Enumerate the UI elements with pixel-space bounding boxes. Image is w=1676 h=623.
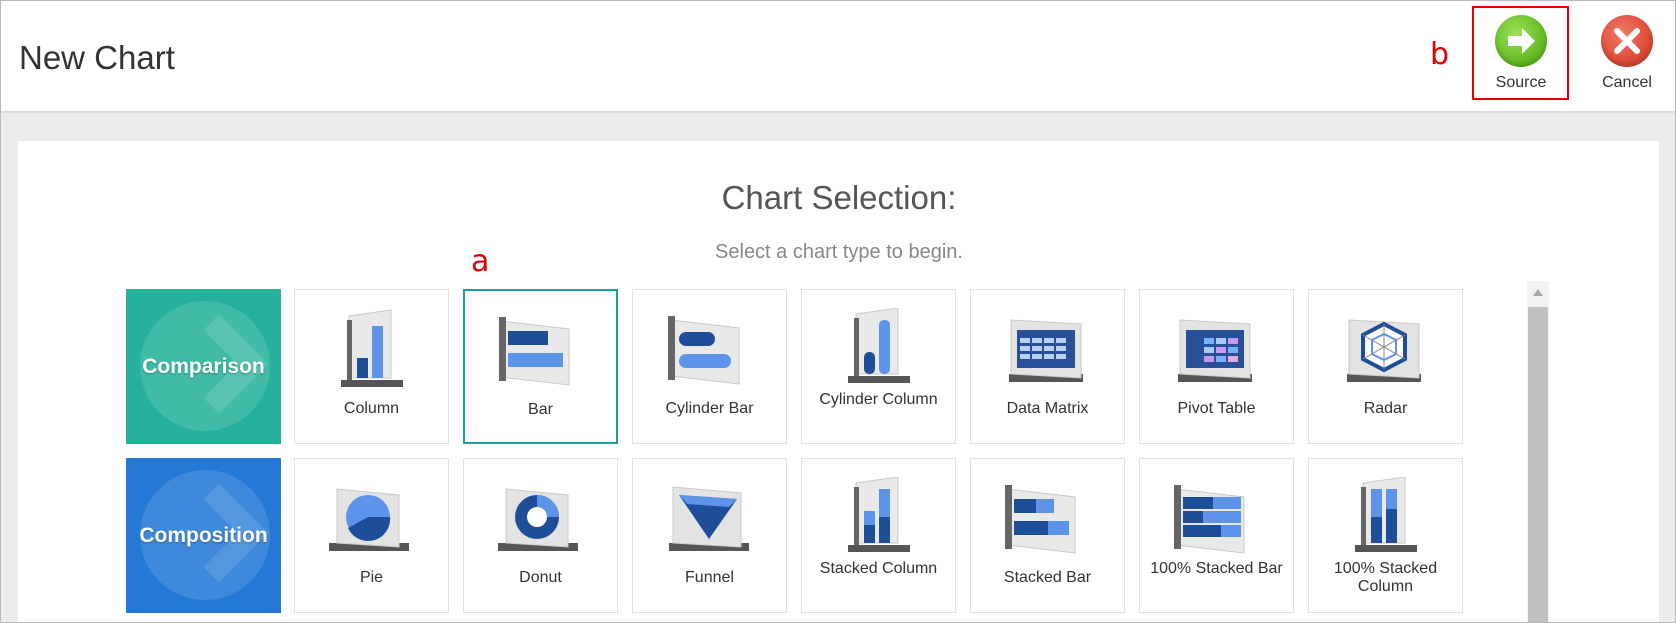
chart-tile-radar[interactable]: Radar <box>1308 289 1463 444</box>
chart-tile-label: Cylinder Column <box>819 391 938 408</box>
cancel-button[interactable]: Cancel <box>1578 11 1675 99</box>
scroll-up-arrow-icon[interactable] <box>1527 281 1549 305</box>
chart-tile-label: Cylinder Bar <box>665 400 754 417</box>
chart-tile-funnel[interactable]: Funnel <box>632 458 787 613</box>
category-label: Comparison <box>142 355 265 378</box>
chart-tile-pivot-table[interactable]: Pivot Table <box>1139 289 1294 444</box>
chart-tile-bar[interactable]: Bar <box>463 289 618 444</box>
pie-chart-icon <box>329 488 409 551</box>
category-comparison[interactable]: Comparison <box>126 289 281 444</box>
stacked-column-chart-icon <box>848 477 910 552</box>
cylinder-bar-chart-icon <box>668 316 740 385</box>
bar-chart-icon <box>499 317 570 386</box>
scroll-thumb[interactable] <box>1528 307 1548 622</box>
chart-tile-label: Stacked Column <box>819 560 938 577</box>
100-stacked-column-chart-icon <box>1355 477 1417 552</box>
dialog-frame: New Chart Source Cancel b Chart Selectio… <box>0 0 1676 623</box>
pivot-table-icon <box>1178 319 1252 382</box>
chart-tile-cylinder-column[interactable]: Cylinder Column <box>801 289 956 444</box>
donut-chart-icon <box>498 488 578 551</box>
data-matrix-icon <box>1009 319 1083 382</box>
category-label: Composition <box>139 524 268 547</box>
category-composition[interactable]: Composition <box>126 458 281 613</box>
annotation-a: a <box>471 244 490 279</box>
cylinder-column-chart-icon <box>848 308 910 383</box>
page-title: New Chart <box>19 39 175 76</box>
stacked-bar-chart-icon <box>1005 485 1076 554</box>
chart-tile-label: Data Matrix <box>1006 400 1089 417</box>
chart-tile-donut[interactable]: Donut <box>463 458 618 613</box>
column-chart-icon <box>341 309 403 387</box>
chart-tile-100-stacked-bar[interactable]: 100% Stacked Bar <box>1139 458 1294 613</box>
cancel-label: Cancel <box>1602 74 1652 91</box>
chart-tile-stacked-column[interactable]: Stacked Column <box>801 458 956 613</box>
chart-tile-pie[interactable]: Pie <box>294 458 449 613</box>
highlight-box-b <box>1472 6 1569 100</box>
chart-tile-data-matrix[interactable]: Data Matrix <box>970 289 1125 444</box>
chart-tile-label: Pie <box>359 569 384 586</box>
chart-tile-label: Stacked Bar <box>1003 569 1092 586</box>
chart-tile-label: Pivot Table <box>1177 400 1256 417</box>
100-stacked-bar-chart-icon <box>1174 485 1245 554</box>
chart-tile-label: Funnel <box>685 569 734 586</box>
funnel-chart-icon <box>669 486 749 551</box>
radar-chart-icon <box>1347 319 1421 382</box>
annotation-b: b <box>1430 37 1450 72</box>
close-icon <box>1601 15 1653 67</box>
chart-tile-label: 100% Stacked Bar <box>1150 560 1283 577</box>
chart-tile-100-stacked-column[interactable]: 100% Stacked Column <box>1308 458 1463 613</box>
chart-tile-column[interactable]: Column <box>294 289 449 444</box>
vertical-scrollbar[interactable] <box>1527 281 1549 622</box>
chart-selection-title: Chart Selection: <box>721 179 957 216</box>
chart-tile-label: Donut <box>519 569 562 586</box>
chart-tile-cylinder-bar[interactable]: Cylinder Bar <box>632 289 787 444</box>
chart-tile-stacked-bar[interactable]: Stacked Bar <box>970 458 1125 613</box>
chart-tile-label: 100% Stacked Column <box>1333 560 1438 595</box>
chart-selection-subtitle: Select a chart type to begin. <box>715 241 963 263</box>
chart-tile-label: Column <box>343 400 400 417</box>
header-bar: New Chart <box>1 1 1675 113</box>
chart-tile-label: Radar <box>1363 400 1408 417</box>
chart-tile-label: Bar <box>528 401 553 418</box>
